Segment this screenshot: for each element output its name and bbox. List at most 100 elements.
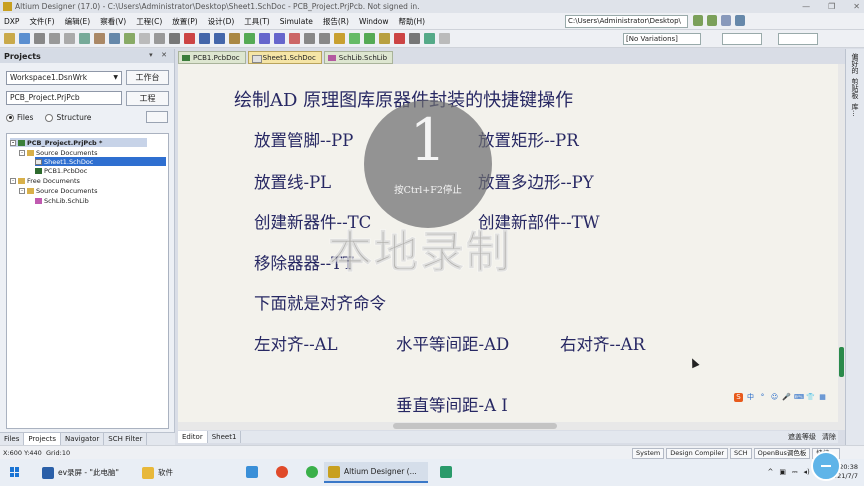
open-icon[interactable]: [4, 33, 15, 44]
tree-item-source-documents[interactable]: - Source Documents: [19, 148, 97, 157]
ime-voice-icon[interactable]: 🎤: [782, 393, 791, 402]
ime-keyboard-icon[interactable]: ⌨: [794, 393, 804, 402]
variations-select[interactable]: [No Variations]: [623, 33, 701, 45]
sch-button[interactable]: SCH: [730, 448, 752, 459]
menu-tools[interactable]: 工具(T): [244, 16, 269, 27]
maximize-button[interactable]: ❐: [828, 2, 835, 11]
ime-menu-icon[interactable]: ▦: [818, 393, 827, 402]
dropdown-icon[interactable]: [439, 33, 450, 44]
mask-dropdown[interactable]: [778, 33, 818, 45]
tree-item-pcb1[interactable]: PCB1.PcbDoc: [35, 166, 87, 175]
tree-item-schlib[interactable]: SchLib.SchLib: [35, 196, 89, 205]
cross-probe-icon[interactable]: [229, 33, 240, 44]
favorite-icon[interactable]: [735, 15, 745, 26]
system-button[interactable]: System: [632, 448, 665, 459]
horizontal-scrollbar[interactable]: [178, 422, 838, 430]
project-button[interactable]: 工程: [126, 91, 169, 106]
collapse-icon[interactable]: -: [10, 177, 16, 184]
taskbar-altium-designer[interactable]: Altium Designer (...: [324, 462, 428, 483]
volume-icon[interactable]: ◂): [804, 468, 810, 476]
tree-item-free-documents[interactable]: - Free Documents: [10, 176, 80, 185]
sheet-symbol-icon[interactable]: [349, 33, 360, 44]
tab-projects[interactable]: Projects: [24, 433, 61, 445]
print-icon[interactable]: [34, 33, 45, 44]
openbus-button[interactable]: OpenBus调色板: [753, 448, 811, 459]
ime-skin-icon[interactable]: 👕: [806, 393, 815, 402]
menu-simulate[interactable]: Simulate: [280, 17, 313, 26]
panel-options-button[interactable]: [146, 111, 168, 123]
minimize-button[interactable]: —: [802, 2, 810, 11]
clear-button[interactable]: 清除: [822, 431, 836, 443]
wire-icon[interactable]: [259, 33, 270, 44]
taskbar-software-folder[interactable]: 软件: [138, 462, 228, 483]
text-icon[interactable]: [409, 33, 420, 44]
tab-navigator[interactable]: Navigator: [61, 433, 105, 445]
network-icon[interactable]: ⎓: [792, 468, 798, 477]
part-icon[interactable]: [334, 33, 345, 44]
ime-punctuation-icon[interactable]: °: [758, 393, 767, 402]
edge-browser-icon[interactable]: [246, 466, 258, 478]
clipboard-panel-tab[interactable]: 剪贴板: [850, 78, 860, 99]
filter-dropdown[interactable]: [722, 33, 762, 45]
menu-window[interactable]: Window: [359, 17, 389, 26]
browse-library-icon[interactable]: [244, 33, 255, 44]
menu-project[interactable]: 工程(C): [136, 16, 162, 27]
undo-icon[interactable]: [199, 33, 210, 44]
panel-controls[interactable]: ▾ ✕: [149, 51, 170, 59]
libraries-panel-tab[interactable]: 库...: [850, 103, 860, 117]
menu-file[interactable]: 文件(F): [29, 16, 54, 27]
tab-editor[interactable]: Editor: [178, 431, 208, 443]
menu-edit[interactable]: 编辑(E): [65, 16, 91, 27]
ime-emoji-icon[interactable]: ☺: [770, 393, 779, 402]
tab-files[interactable]: Files: [0, 433, 25, 445]
paste-icon[interactable]: [124, 33, 135, 44]
ime-logo-icon[interactable]: S: [734, 393, 743, 402]
gnd-power-icon[interactable]: [304, 33, 315, 44]
select-area-icon[interactable]: [154, 33, 165, 44]
port-icon[interactable]: [379, 33, 390, 44]
cut-icon[interactable]: [94, 33, 105, 44]
ime-language-icon[interactable]: 中: [746, 393, 755, 402]
tab-pcb1[interactable]: PCB1.PcbDoc: [178, 51, 246, 64]
taskbar-ev-recorder[interactable]: ev录屏 - "此电脑": [38, 462, 130, 483]
collapse-icon[interactable]: -: [19, 149, 25, 156]
tab-sheet1-bottom[interactable]: Sheet1: [208, 431, 242, 443]
menu-dxp[interactable]: DXP: [4, 17, 19, 26]
tray-app-icon[interactable]: ▣: [779, 468, 786, 476]
sheet-entry-icon[interactable]: [364, 33, 375, 44]
schematic-canvas[interactable]: 绘制AD 原理图库原器件封装的快捷键操作 放置管脚--PP 放置矩形--PR 放…: [178, 64, 838, 430]
menu-reports[interactable]: 报告(R): [323, 16, 349, 27]
tree-item-free-source-documents[interactable]: - Source Documents: [19, 186, 97, 195]
deselect-icon[interactable]: [184, 33, 195, 44]
app-icon[interactable]: [440, 466, 452, 478]
tab-sch-filter[interactable]: SCH Filter: [104, 433, 148, 445]
copy-icon[interactable]: [109, 33, 120, 44]
save-icon[interactable]: [19, 33, 30, 44]
menu-design[interactable]: 设计(D): [208, 16, 235, 27]
tree-item-project[interactable]: - PCB_Project.PrjPcb *: [10, 138, 147, 147]
project-field[interactable]: PCB_Project.PrjPcb: [6, 91, 122, 105]
net-label-icon[interactable]: [289, 33, 300, 44]
mask-level-button[interactable]: 遮盖等级: [788, 431, 816, 443]
menu-place[interactable]: 放置(P): [172, 16, 197, 27]
menu-view[interactable]: 察看(V): [100, 16, 126, 27]
files-radio[interactable]: [6, 113, 14, 122]
select-icon[interactable]: [79, 33, 90, 44]
close-button[interactable]: ✕: [853, 2, 860, 11]
redo-icon[interactable]: [214, 33, 225, 44]
pen-icon[interactable]: [424, 33, 435, 44]
tray-expand-icon[interactable]: ^: [767, 468, 773, 476]
design-compiler-button[interactable]: Design Compiler: [666, 448, 729, 459]
move-icon[interactable]: [169, 33, 180, 44]
tree-item-sheet1[interactable]: Sheet1.SchDoc: [35, 157, 166, 166]
vertical-scroll-thumb[interactable]: [839, 347, 844, 377]
forward-icon[interactable]: [707, 15, 717, 26]
rubber-stamp-icon[interactable]: [139, 33, 150, 44]
workspace-select[interactable]: Workspace1.DsnWrk ▼: [6, 71, 122, 85]
no-erc-icon[interactable]: [394, 33, 405, 44]
home-icon[interactable]: [721, 15, 731, 26]
collapse-icon[interactable]: -: [10, 139, 16, 146]
vertical-scrollbar[interactable]: [838, 64, 845, 430]
menu-help[interactable]: 帮助(H): [399, 16, 426, 27]
horizontal-scroll-thumb[interactable]: [393, 423, 557, 429]
